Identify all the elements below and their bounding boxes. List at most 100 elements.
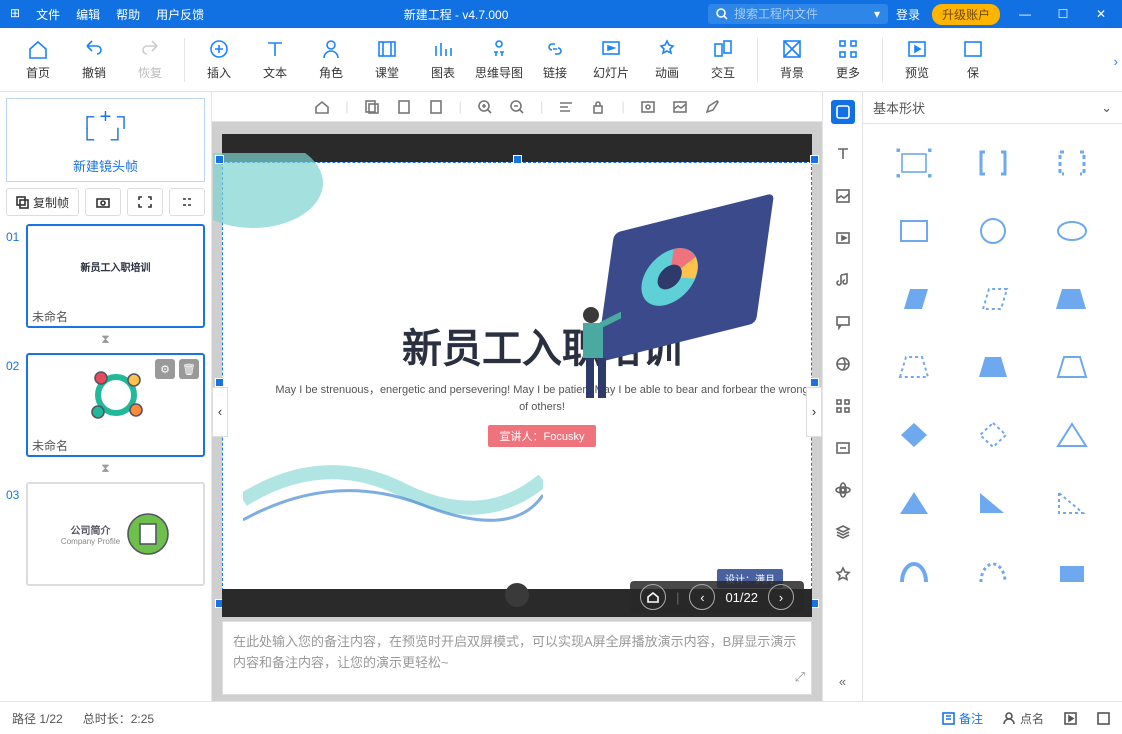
menu-feedback[interactable]: 用户反馈 (156, 6, 204, 23)
photo-icon[interactable] (639, 98, 657, 116)
audio-tool-icon[interactable] (831, 268, 855, 292)
shape-arc[interactable] (879, 552, 948, 590)
shape-triangle-outline[interactable] (1037, 416, 1106, 454)
comment-tool-icon[interactable] (831, 310, 855, 334)
toolbar-scroll-icon[interactable]: › (1114, 54, 1118, 69)
image-icon[interactable] (671, 98, 689, 116)
toolbar-文本[interactable]: 文本 (247, 38, 303, 81)
search-box[interactable]: ▾ (708, 4, 888, 24)
toolbar-思维导图[interactable]: 思维导图 (471, 38, 527, 81)
fit-button[interactable] (127, 188, 163, 216)
shape-parallelogram[interactable] (879, 280, 948, 318)
close-icon[interactable]: ✕ (1088, 7, 1114, 21)
prev-slide-button[interactable]: ‹ (212, 387, 228, 437)
search-input[interactable] (734, 7, 854, 21)
toolbar-插入[interactable]: 插入 (191, 38, 247, 81)
pager-prev-icon[interactable]: ‹ (689, 584, 715, 610)
shape-trapezoid[interactable] (958, 348, 1027, 386)
login-link[interactable]: 登录 (896, 6, 920, 23)
transition-icon[interactable]: ⧗ (6, 332, 205, 347)
pager-next-icon[interactable]: › (768, 584, 794, 610)
notes-panel[interactable]: 在此处输入您的备注内容，在预览时开启双屏模式，可以实现A屏全屏播放演示内容，B屏… (222, 621, 812, 695)
zoom-out-icon[interactable] (508, 98, 526, 116)
globe-tool-icon[interactable] (831, 352, 855, 376)
status-fullscreen-button[interactable] (1097, 712, 1110, 725)
toolbar-背景[interactable]: 背景 (764, 38, 820, 81)
shape-parallelogram-alt[interactable] (1037, 280, 1106, 318)
toolbar-图表[interactable]: 图表 (415, 38, 471, 81)
shape-square-corners[interactable] (879, 144, 948, 182)
layers-tool-icon[interactable] (831, 520, 855, 544)
text-tool-icon[interactable] (831, 142, 855, 166)
minimize-icon[interactable]: — (1012, 7, 1038, 21)
toolbar-角色[interactable]: 角色 (303, 38, 359, 81)
collapse-panel-icon[interactable]: « (831, 669, 855, 693)
search-dropdown-icon[interactable]: ▾ (874, 7, 880, 21)
video-tool-icon[interactable] (831, 226, 855, 250)
slide[interactable]: 新员工入职培训 May I be strenuous，energetic and… (222, 162, 812, 601)
edit-icon[interactable] (703, 98, 721, 116)
toolbar-预览[interactable]: 预览 (889, 38, 945, 81)
home-icon[interactable] (313, 98, 331, 116)
shape-arc-dashed[interactable] (958, 552, 1027, 590)
copy-icon[interactable] (363, 98, 381, 116)
expand-notes-icon[interactable]: ⤢ (795, 667, 805, 688)
thumb-delete-icon[interactable]: 🗑 (179, 359, 199, 379)
canvas[interactable]: 新员工入职培训 May I be strenuous，energetic and… (212, 122, 822, 701)
thumb-item[interactable]: 01新员工入职培训未命名 (6, 224, 205, 328)
copy-frame-button[interactable]: 复制帧 (6, 188, 79, 216)
toolbar-更多[interactable]: 更多 (820, 38, 876, 81)
shape-brackets[interactable] (958, 144, 1027, 182)
pager-home-icon[interactable] (640, 584, 666, 610)
shape-diamond[interactable] (879, 416, 948, 454)
shape-ellipse[interactable] (1037, 212, 1106, 250)
shape-diamond-dashed[interactable] (958, 416, 1027, 454)
new-frame-button[interactable]: ┌ + ┐└ ┘ 新建镜头帧 (6, 98, 205, 182)
image-tool-icon[interactable] (831, 184, 855, 208)
shape-rect[interactable] (879, 212, 948, 250)
toolbar-动画[interactable]: 动画 (639, 38, 695, 81)
paste-icon[interactable] (395, 98, 413, 116)
next-slide-button[interactable]: › (806, 387, 822, 437)
shape-block[interactable] (1037, 552, 1106, 590)
thumb-item[interactable]: 02未命名⚙🗑 (6, 353, 205, 457)
shape-circle[interactable] (958, 212, 1027, 250)
pan-button[interactable] (169, 188, 205, 216)
thumb-item[interactable]: 03公司简介Company Profile (6, 482, 205, 586)
camera-button[interactable] (85, 188, 121, 216)
thumb-settings-icon[interactable]: ⚙ (155, 359, 175, 379)
lock-icon[interactable] (589, 98, 607, 116)
shape-parallelogram-dashed[interactable] (958, 280, 1027, 318)
menu-help[interactable]: 帮助 (116, 6, 140, 23)
shape-right-triangle-dashed[interactable] (1037, 484, 1106, 522)
transition-icon[interactable]: ⧗ (6, 461, 205, 476)
shape-trapezoid-outline[interactable] (1037, 348, 1106, 386)
shapes-panel-header[interactable]: 基本形状 ⌄ (863, 92, 1122, 124)
scrubber-handle[interactable] (505, 583, 529, 607)
shape-right-triangle[interactable] (958, 484, 1027, 522)
status-play-button[interactable] (1064, 712, 1077, 725)
menu-file[interactable]: 文件 (36, 6, 60, 23)
maximize-icon[interactable]: ☐ (1050, 7, 1076, 21)
upgrade-button[interactable]: 升级账户 (932, 4, 1000, 25)
shape-triangle[interactable] (879, 484, 948, 522)
components-tool-icon[interactable] (831, 394, 855, 418)
status-roll-button[interactable]: 点名 (1003, 710, 1044, 727)
toolbar-撤销[interactable]: 撤销 (66, 38, 122, 81)
toolbar-链接[interactable]: 链接 (527, 38, 583, 81)
status-notes-button[interactable]: 备注 (942, 710, 983, 727)
pencil-tool-icon[interactable] (831, 436, 855, 460)
shape-trapezoid-dashed[interactable] (879, 348, 948, 386)
star-tool-icon[interactable] (831, 562, 855, 586)
cut-icon[interactable] (427, 98, 445, 116)
toolbar-恢复[interactable]: 恢复 (122, 38, 178, 81)
toolbar-交互[interactable]: 交互 (695, 38, 751, 81)
toolbar-幻灯片[interactable]: 幻灯片 (583, 38, 639, 81)
toolbar-首页[interactable]: 首页 (10, 38, 66, 81)
menu-edit[interactable]: 编辑 (76, 6, 100, 23)
toolbar-课堂[interactable]: 课堂 (359, 38, 415, 81)
zoom-in-icon[interactable] (476, 98, 494, 116)
shape-dashed-brackets[interactable] (1037, 144, 1106, 182)
toolbar-保[interactable]: 保 (945, 38, 1001, 81)
shapes-tool-icon[interactable] (831, 100, 855, 124)
